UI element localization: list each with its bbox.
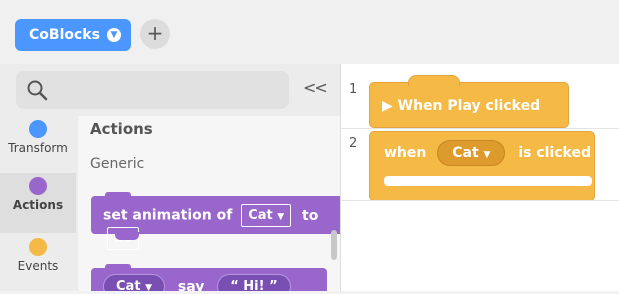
chevron-down-icon: ▼ xyxy=(145,283,152,291)
row-divider xyxy=(341,200,619,201)
chevron-down-icon: ▼ xyxy=(483,150,491,160)
target-dropdown[interactable]: Cat ▼ xyxy=(103,274,165,291)
palette-scrollbar[interactable] xyxy=(331,230,337,260)
actions-icon xyxy=(29,177,47,195)
category-list: Transform Actions Events xyxy=(0,116,76,291)
transform-icon xyxy=(29,120,47,138)
category-label: Events xyxy=(17,259,59,273)
block-text: set animation of xyxy=(103,207,233,224)
events-icon xyxy=(29,238,47,256)
block-text: when xyxy=(384,145,427,161)
palette-title: Actions xyxy=(90,120,153,138)
set-animation-block[interactable]: set animation of Cat ▼ to do xyxy=(91,192,340,250)
search-input[interactable] xyxy=(16,71,289,109)
chevron-down-icon: ▼ xyxy=(107,28,121,42)
add-button[interactable]: + xyxy=(140,19,170,49)
target-dropdown[interactable]: Cat ▼ xyxy=(437,140,506,166)
app-name: CoBlocks xyxy=(29,27,100,43)
block-text: is clicked xyxy=(518,145,591,161)
block-inner-slot xyxy=(384,176,592,186)
say-text-field[interactable]: “ Hi! ” xyxy=(217,274,291,291)
target-dropdown[interactable]: Cat ▼ xyxy=(241,204,292,227)
line-number: 1 xyxy=(349,82,358,97)
category-actions[interactable]: Actions xyxy=(0,173,76,233)
when-cat-clicked-block[interactable]: when Cat ▼ is clicked xyxy=(369,131,595,201)
target-label: Cat xyxy=(116,279,141,291)
category-label: Transform xyxy=(8,141,68,155)
line-number: 2 xyxy=(349,136,358,151)
collapse-toolbox-button[interactable]: << xyxy=(303,78,328,97)
block-palette: Actions Generic set animation of Cat ▼ t… xyxy=(78,116,340,291)
target-label: Cat xyxy=(248,208,273,223)
target-label: Cat xyxy=(452,145,479,161)
toolbox-panel: << Transform Actions Events Actions Gene… xyxy=(0,64,340,291)
block-text: ▶ When Play clicked xyxy=(382,98,541,114)
workspace: 1 ▶ When Play clicked 2 when Cat ▼ is cl… xyxy=(340,64,619,291)
search-icon xyxy=(27,80,48,101)
category-events[interactable]: Events xyxy=(0,234,76,294)
when-play-clicked-block[interactable]: ▶ When Play clicked xyxy=(369,75,569,128)
palette-subtitle: Generic xyxy=(90,156,145,172)
block-text: to xyxy=(302,207,319,224)
category-label: Actions xyxy=(12,198,64,212)
row-divider xyxy=(341,128,619,129)
app-menu-button[interactable]: CoBlocks ▼ xyxy=(15,19,131,51)
block-text: say xyxy=(177,278,205,292)
say-block[interactable]: Cat ▼ say “ Hi! ” xyxy=(91,264,327,292)
chevron-down-icon: ▼ xyxy=(277,212,285,222)
top-bar: CoBlocks ▼ + xyxy=(0,0,619,64)
category-transform[interactable]: Transform xyxy=(0,116,76,176)
